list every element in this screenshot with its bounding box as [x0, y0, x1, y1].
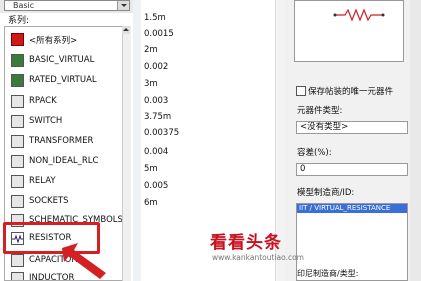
all-families-icon [11, 33, 24, 46]
value-item[interactable]: 0.005 [144, 181, 168, 191]
value-item[interactable]: 3.75m [144, 112, 171, 122]
value-item[interactable]: 6m [144, 198, 158, 208]
value-item[interactable]: 1.5m [144, 13, 166, 23]
family-list-scrollbar[interactable] [122, 26, 131, 281]
family-item-[interactable]: <所有系列> [9, 32, 121, 48]
family-item-transformer[interactable]: TRANSFORMER [9, 134, 121, 150]
family-item-label: RELAY [29, 176, 56, 186]
red-arrow-icon [62, 243, 106, 279]
family-item-label: NON_IDEAL_RLC [29, 156, 99, 166]
family-item-label: RPACK [29, 96, 57, 106]
family-item-label: TRANSFORMER [29, 136, 94, 146]
capacitor-icon [11, 254, 24, 267]
family-item-rpack[interactable]: RPACK [9, 94, 121, 110]
value-item[interactable]: 5m [144, 164, 158, 174]
family-group-value: Basic [13, 1, 35, 10]
value-item[interactable]: 0.0015 [144, 29, 174, 39]
value-list-gutter [133, 0, 141, 281]
family-item-label: SWITCH [29, 116, 63, 126]
family-item-label: <所有系列> [29, 36, 78, 46]
family-item-label: SOCKETS [29, 196, 69, 206]
transformer-icon [11, 135, 24, 148]
chevron-down-icon[interactable] [117, 1, 129, 10]
family-item-sockets[interactable]: SOCKETS [9, 194, 121, 210]
family-item-non-ideal-rlc[interactable]: NON_IDEAL_RLC [9, 154, 121, 170]
value-item[interactable]: 2m [144, 45, 158, 55]
model-selected-item[interactable]: IIT / VIRTUAL_RESISTANCE [297, 204, 407, 213]
footprint-maker-label: 印尼制造商/类型: [297, 269, 359, 278]
family-item-relay[interactable]: RELAY [9, 174, 121, 190]
value-item[interactable]: 3m [144, 79, 158, 89]
value-item[interactable]: 0.004 [144, 147, 168, 157]
model-maker-label: 模型制造商/ID: [297, 188, 355, 198]
non-ideal-rlc-icon [11, 155, 24, 168]
sockets-icon [11, 195, 24, 208]
family-item-label: BASIC_VIRTUAL [29, 55, 95, 65]
panel-scrollbar[interactable] [410, 0, 421, 281]
watermark-text: 看看头条 [210, 233, 282, 253]
family-label: 系列: [8, 16, 30, 26]
value-item[interactable]: 0.003 [144, 96, 168, 106]
family-group-dropdown[interactable]: Basic [4, 0, 130, 11]
rated-virtual-icon [11, 74, 24, 87]
value-item[interactable]: 0.00375 [144, 128, 179, 138]
value-item[interactable]: 0.002 [144, 62, 168, 72]
scroll-up-icon[interactable] [122, 26, 130, 34]
switch-icon [11, 115, 24, 128]
family-item-switch[interactable]: SWITCH [9, 114, 121, 130]
component-type-label: 元器件类型: [297, 106, 343, 116]
tolerance-field[interactable]: 0 [296, 163, 408, 176]
rpack-icon [11, 95, 24, 108]
watermark: 看看头条 www.kankantoutiao.com [210, 228, 410, 268]
family-item-rated-virtual[interactable]: RATED_VIRTUAL [9, 73, 121, 89]
relay-icon [11, 175, 24, 188]
tolerance-label: 容差(%): [297, 148, 332, 158]
family-item-label: RATED_VIRTUAL [29, 75, 97, 85]
symbol-preview [294, 0, 404, 62]
basic-virtual-icon [11, 54, 24, 67]
resistor-symbol-icon [333, 8, 385, 22]
save-unique-label: 保存帖装的唯一元器件 [308, 87, 394, 97]
save-unique-checkbox[interactable] [296, 86, 306, 96]
family-item-basic-virtual[interactable]: BASIC_VIRTUAL [9, 53, 121, 69]
watermark-url: www.kankantoutiao.com [212, 253, 304, 262]
component-type-field[interactable]: <没有类型> [296, 121, 408, 134]
inductor-icon [11, 272, 24, 280]
